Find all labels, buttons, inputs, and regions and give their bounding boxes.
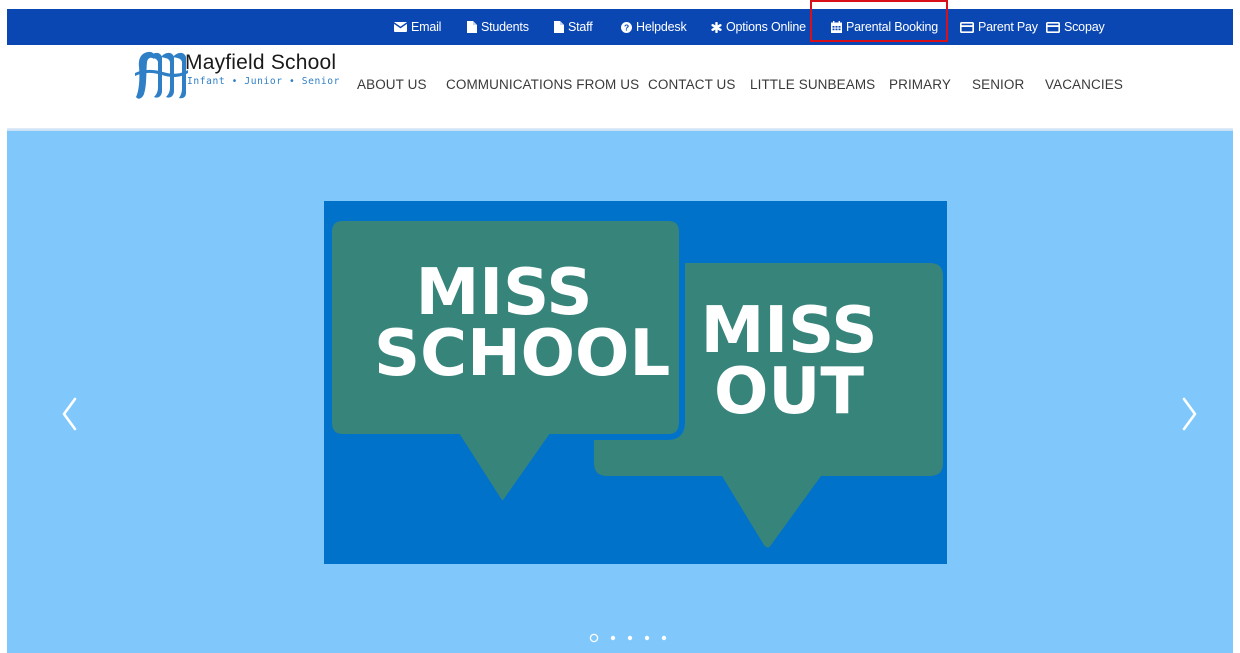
- nav-item-communications-from-us[interactable]: COMMUNICATIONS FROM US: [446, 77, 639, 92]
- top-utility-bar: Email Students Staff ? Helpdesk Options …: [7, 9, 1233, 45]
- topbar-link-parent-pay[interactable]: Parent Pay: [960, 9, 1038, 45]
- topbar-link-label: Parent Pay: [978, 20, 1038, 34]
- chevron-right-icon: [1182, 397, 1197, 431]
- asterisk-icon: [711, 21, 722, 33]
- nav-item-about-us[interactable]: ABOUT US: [357, 77, 427, 92]
- topbar-link-students[interactable]: Students: [467, 9, 529, 45]
- chevron-left-icon: [62, 397, 77, 431]
- topbar-link-label: Parental Booking: [846, 20, 939, 34]
- topbar-link-label: Scopay: [1064, 20, 1105, 34]
- nav-item-senior[interactable]: SENIOR: [972, 77, 1024, 92]
- envelope-icon: [394, 22, 407, 32]
- topbar-link-options-online[interactable]: Options Online: [711, 9, 806, 45]
- file-icon: [467, 21, 477, 33]
- logo-subtitle: Infant • Junior • Senior: [187, 76, 341, 87]
- file-icon: [554, 21, 564, 33]
- right-bubble-line1: MISS: [700, 294, 878, 368]
- carousel-dot-5[interactable]: [659, 633, 669, 643]
- left-bubble-line1: MISS: [415, 256, 593, 330]
- nav-item-contact-us[interactable]: CONTACT US: [648, 77, 736, 92]
- svg-text:?: ?: [624, 22, 629, 32]
- nav-item-vacancies[interactable]: VACANCIES: [1045, 77, 1123, 92]
- topbar-link-label: Staff: [568, 20, 593, 34]
- topbar-link-parental-booking[interactable]: Parental Booking: [831, 9, 938, 45]
- topbar-link-scopay[interactable]: Scopay: [1046, 9, 1105, 45]
- topbar-link-label: Options Online: [726, 20, 806, 34]
- topbar-link-label: Helpdesk: [636, 20, 687, 34]
- topbar-link-staff[interactable]: Staff: [554, 9, 593, 45]
- school-logo[interactable]: Mayfield School Infant • Junior • Senior: [133, 47, 347, 101]
- carousel-slide[interactable]: MISS SCHOOL MISS OUT: [324, 201, 947, 564]
- left-bubble-line2: SCHOOL: [374, 317, 671, 392]
- carousel-dot-3[interactable]: [625, 633, 635, 643]
- right-bubble-line2: OUT: [713, 355, 865, 430]
- hero-carousel: MISS SCHOOL MISS OUT: [7, 131, 1233, 653]
- logo-title: Mayfield School: [185, 51, 337, 74]
- calendar-icon: [831, 21, 842, 33]
- carousel-prev-button[interactable]: [55, 393, 85, 437]
- topbar-link-helpdesk[interactable]: ? Helpdesk: [621, 9, 687, 45]
- carousel-dot-2[interactable]: [608, 633, 618, 643]
- nav-item-primary[interactable]: PRIMARY: [889, 77, 951, 92]
- topbar-link-label: Email: [411, 20, 442, 34]
- credit-card-icon: [1046, 21, 1060, 33]
- mayfield-monogram-icon: [135, 51, 188, 99]
- topbar-link-label: Students: [481, 20, 529, 34]
- credit-card-icon: [960, 21, 974, 33]
- carousel-next-button[interactable]: [1174, 393, 1204, 437]
- carousel-dot-4[interactable]: [642, 633, 652, 643]
- carousel-dot-1[interactable]: [589, 633, 599, 643]
- nav-item-little-sunbeams[interactable]: LITTLE SUNBEAMS: [750, 77, 875, 92]
- question-circle-icon: ?: [621, 21, 632, 33]
- topbar-link-email[interactable]: Email: [394, 9, 441, 45]
